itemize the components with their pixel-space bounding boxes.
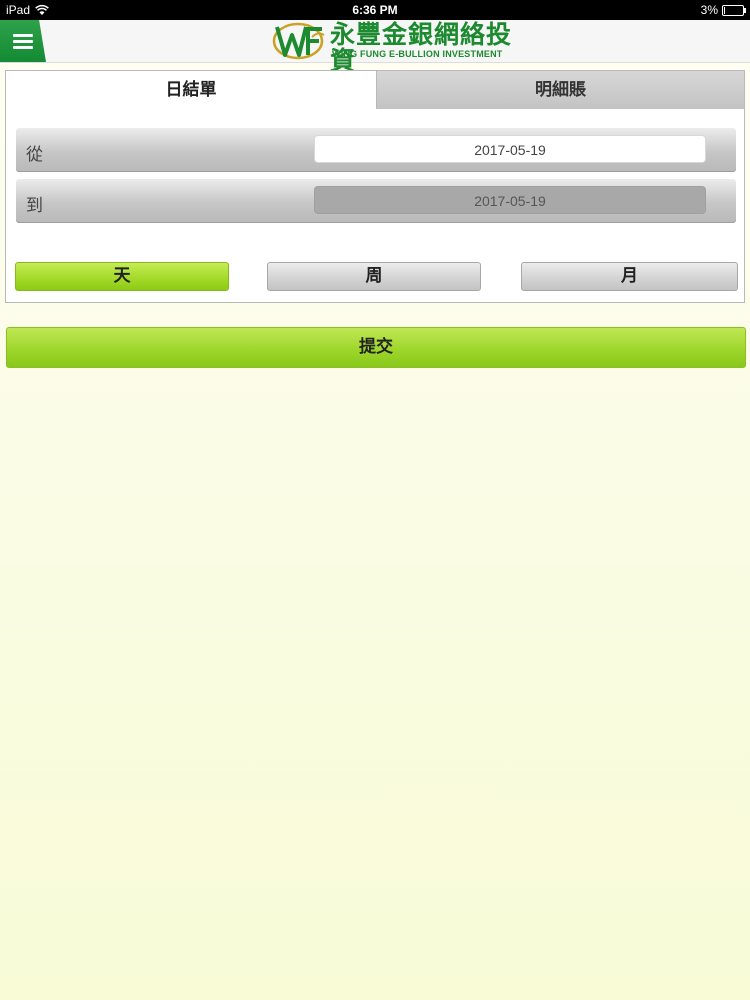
logo-chinese-name: 永豐金銀網絡投資 <box>330 20 513 75</box>
clock: 6:36 PM <box>352 3 398 17</box>
to-date-row: 到 2017-05-19 <box>16 179 736 223</box>
submit-button[interactable]: 提交 <box>6 327 746 368</box>
brand-logo: 永豐金銀網絡投資 WING FUNG E-BULLION INVESTMENT <box>272 21 522 74</box>
menu-button[interactable] <box>0 20 46 62</box>
period-week-button[interactable]: 周 <box>267 262 481 291</box>
logo-english-name: WING FUNG E-BULLION INVESTMENT <box>332 49 503 59</box>
tab-daily-statement[interactable]: 日結單 <box>6 71 376 109</box>
period-month-button[interactable]: 月 <box>521 262 738 291</box>
from-label: 從 <box>26 145 43 165</box>
battery-icon <box>722 4 746 16</box>
to-date-input: 2017-05-19 <box>314 186 706 214</box>
tab-detail-ledger[interactable]: 明細賬 <box>376 71 744 109</box>
status-bar: iPad 6:36 PM 3% <box>0 0 750 20</box>
wf-logo-icon <box>272 22 325 60</box>
period-day-button[interactable]: 天 <box>15 262 229 291</box>
to-label: 到 <box>26 196 43 216</box>
app-header: 永豐金銀網絡投資 WING FUNG E-BULLION INVESTMENT <box>0 20 750 74</box>
battery-percent: 3% <box>700 3 718 17</box>
battery-fill <box>724 6 725 14</box>
statement-panel: 日結單 明細賬 從 2017-05-19 到 2017-05-19 天 周 月 <box>5 70 745 303</box>
from-date-input[interactable]: 2017-05-19 <box>314 135 706 163</box>
from-date-row: 從 2017-05-19 <box>16 128 736 172</box>
status-right: 3% <box>700 3 746 17</box>
